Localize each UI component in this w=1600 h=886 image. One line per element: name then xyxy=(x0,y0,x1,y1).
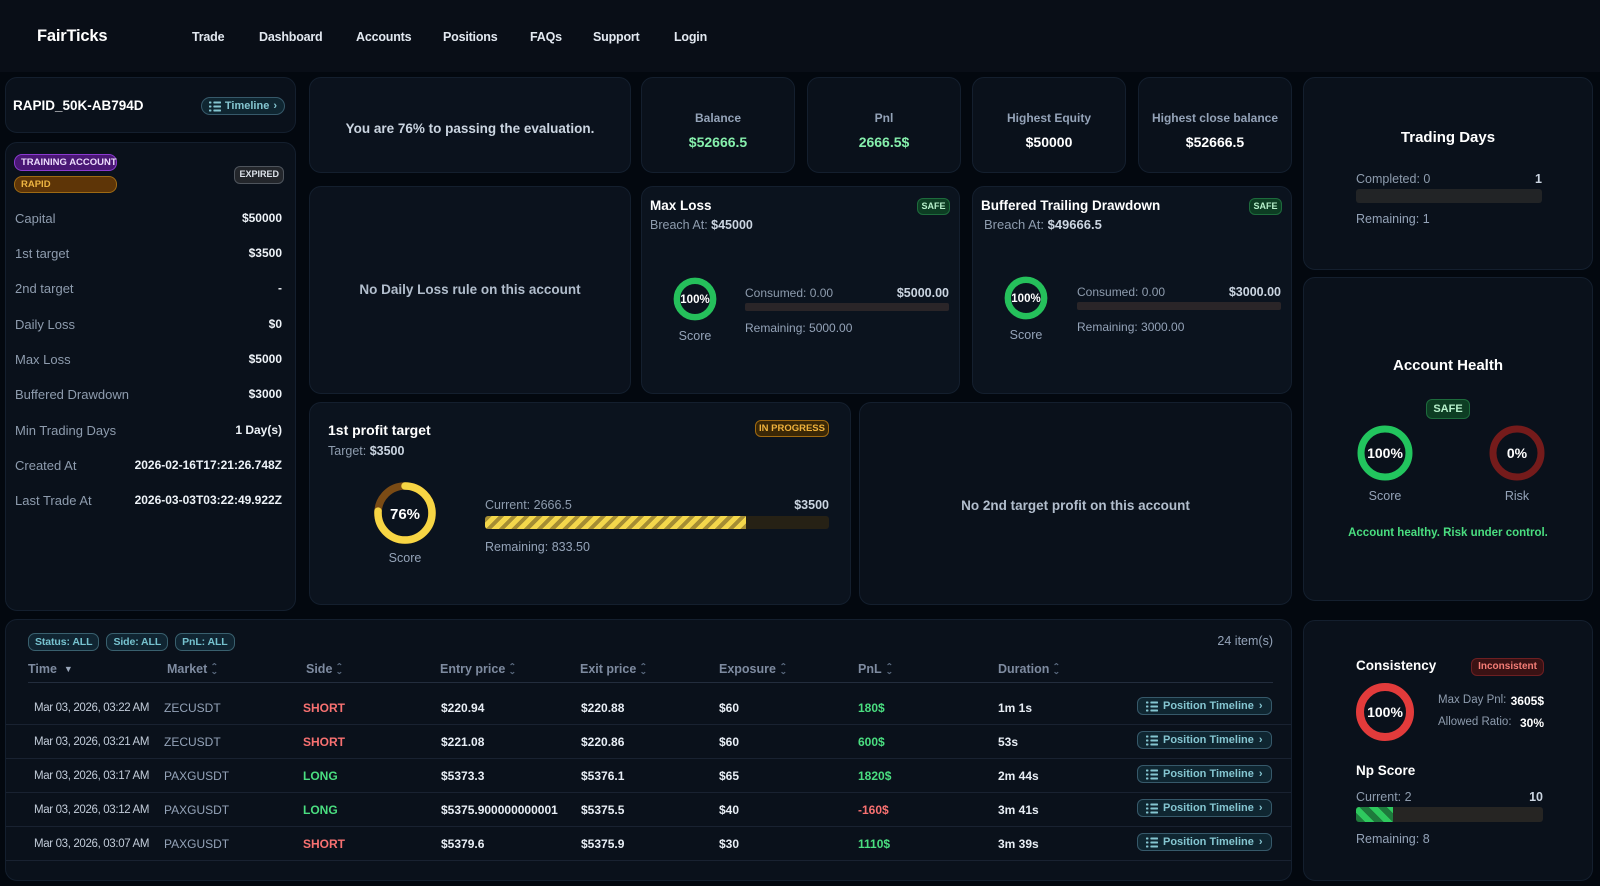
svg-text:100%: 100% xyxy=(1011,293,1040,305)
svg-text:100%: 100% xyxy=(1367,445,1403,461)
svg-text:100%: 100% xyxy=(1367,704,1403,720)
svg-text:0%: 0% xyxy=(1507,445,1528,461)
svg-text:100%: 100% xyxy=(680,294,709,306)
svg-text:76%: 76% xyxy=(390,506,420,523)
